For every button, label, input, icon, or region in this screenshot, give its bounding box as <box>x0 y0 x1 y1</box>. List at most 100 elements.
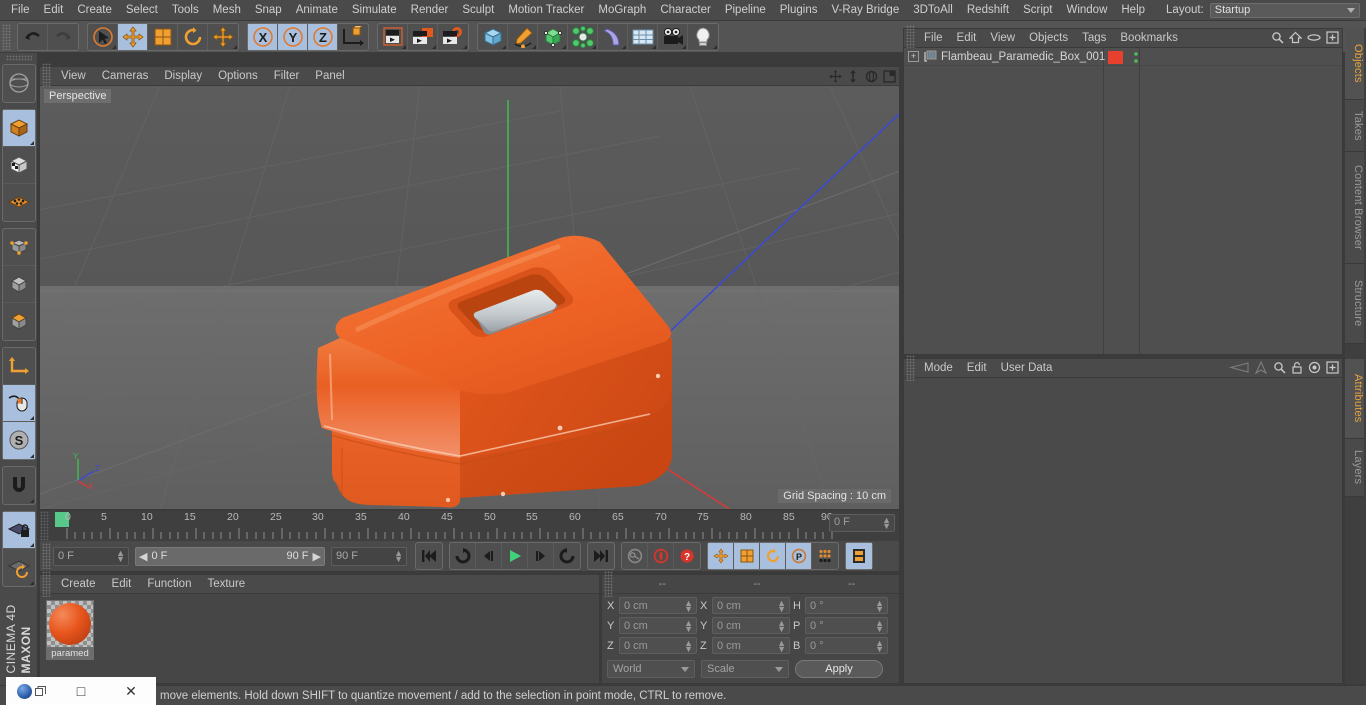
material-item[interactable]: paramed <box>46 600 94 660</box>
search-icon[interactable] <box>1273 361 1286 377</box>
viewport-solo-icon[interactable]: S <box>2 421 35 459</box>
material-grip[interactable] <box>42 571 51 597</box>
position-z-input[interactable]: 0 cm ▲ ▼ <box>619 637 697 654</box>
redo-button[interactable] <box>48 24 78 50</box>
close-button[interactable]: ✕ <box>106 683 156 700</box>
spinner-icon[interactable]: ▲ ▼ <box>875 639 884 654</box>
spinner-icon[interactable]: ▲ ▼ <box>116 548 125 563</box>
dolly-icon[interactable] <box>846 69 860 83</box>
start-frame-field[interactable]: 0 F ▲ ▼ <box>53 546 129 566</box>
menu-file[interactable]: File <box>4 0 37 20</box>
menu-render[interactable]: Render <box>404 0 456 20</box>
autokey-button[interactable] <box>622 543 648 569</box>
forward-icon[interactable] <box>1254 360 1268 377</box>
play-reverse-button[interactable] <box>476 543 502 569</box>
workplane-rotate-icon[interactable] <box>3 549 35 586</box>
key-parameter-button[interactable]: P <box>786 543 812 569</box>
pan-icon[interactable] <box>828 69 842 83</box>
generator-button[interactable] <box>538 23 568 50</box>
object-menu-file[interactable]: File <box>917 32 950 44</box>
end-frame-field[interactable]: 90 F ▲ ▼ <box>331 546 407 566</box>
record-question-button[interactable]: ? <box>674 543 700 569</box>
rotate-tool[interactable] <box>178 23 208 50</box>
render-view-button[interactable] <box>378 23 408 50</box>
search-icon[interactable] <box>1271 31 1284 47</box>
maximize-button[interactable]: □ <box>56 683 106 699</box>
undo-button[interactable] <box>18 23 48 50</box>
attributes-grip[interactable] <box>906 355 915 381</box>
home-icon[interactable] <box>1288 31 1303 47</box>
go-to-end-button[interactable] <box>588 543 614 569</box>
menu-sculpt[interactable]: Sculpt <box>455 0 501 20</box>
menu-vray-bridge[interactable]: V-Ray Bridge <box>824 0 906 20</box>
backward-icon[interactable] <box>1227 361 1249 377</box>
menu-animate[interactable]: Animate <box>289 0 345 20</box>
move-alt-tool[interactable] <box>208 24 238 50</box>
polygon-mode-icon[interactable] <box>2 266 35 303</box>
texture-mode-icon[interactable] <box>2 147 35 184</box>
material-menu-create[interactable]: Create <box>53 578 104 590</box>
menu-motion-tracker[interactable]: Motion Tracker <box>501 0 591 20</box>
key-point-level-button[interactable] <box>812 543 838 569</box>
add-layer-icon[interactable] <box>1326 31 1339 47</box>
material-thumbnail[interactable] <box>46 600 94 648</box>
scale-tool[interactable] <box>148 23 178 50</box>
tab-objects[interactable]: Objects <box>1345 28 1364 100</box>
world-object-axis-toggle[interactable] <box>338 24 368 50</box>
viewport-menu-display[interactable]: Display <box>156 70 210 82</box>
camera-button[interactable] <box>658 23 688 50</box>
render-region-button[interactable] <box>408 23 438 50</box>
spinner-icon[interactable]: ▲ ▼ <box>777 639 786 654</box>
undo-view-icon[interactable] <box>3 65 35 102</box>
menu-redshift[interactable]: Redshift <box>960 0 1016 20</box>
expand-icon[interactable]: + <box>908 51 919 62</box>
menu-script[interactable]: Script <box>1016 0 1059 20</box>
target-icon[interactable] <box>1308 361 1321 377</box>
layout-select[interactable]: Startup <box>1209 2 1360 18</box>
viewport-menu-view[interactable]: View <box>53 70 94 82</box>
spinner-icon[interactable]: ▲ ▼ <box>875 619 884 634</box>
menu-plugins[interactable]: Plugins <box>773 0 825 20</box>
record-active-objects-button[interactable] <box>648 543 674 569</box>
key-scale-button[interactable] <box>734 543 760 569</box>
left-toolbar-grip[interactable] <box>5 55 32 61</box>
menu-create[interactable]: Create <box>70 0 119 20</box>
tab-attributes[interactable]: Attributes <box>1345 359 1364 439</box>
model-mode-icon[interactable] <box>3 303 35 340</box>
live-selection-tool[interactable] <box>88 23 118 50</box>
object-menu-bookmarks[interactable]: Bookmarks <box>1113 32 1185 44</box>
menu-mesh[interactable]: Mesh <box>206 0 248 20</box>
step-back-keyframe-button[interactable] <box>450 543 476 569</box>
spline-pen-button[interactable] <box>508 23 538 50</box>
spinner-icon[interactable]: ▲ ▼ <box>684 619 693 634</box>
menu-window[interactable]: Window <box>1059 0 1114 20</box>
size-x-input[interactable]: 0 cm ▲ ▼ <box>712 597 790 614</box>
viewport-canvas[interactable]: Perspective Grid Spacing : 10 cm Y Z X <box>40 86 899 509</box>
attributes-body[interactable] <box>904 378 1342 683</box>
app-orb-icon[interactable] <box>6 683 56 699</box>
attributes-menu-edit[interactable]: Edit <box>960 362 994 374</box>
viewport-menu-options[interactable]: Options <box>210 70 266 82</box>
position-y-input[interactable]: 0 cm ▲ ▼ <box>619 617 697 634</box>
timeline-track[interactable]: 0 5 10 15 20 25 30 35 40 45 50 55 60 65 … <box>49 511 833 541</box>
render-settings-button[interactable] <box>438 24 468 50</box>
environment-floor-button[interactable] <box>628 23 658 50</box>
material-menu-function[interactable]: Function <box>139 578 199 590</box>
axis-mode-icon[interactable] <box>2 348 35 385</box>
object-tree[interactable]: + 0 Flambeau_Paramedic_Box_001 <box>904 48 1342 354</box>
maximize-viewport-icon[interactable] <box>882 69 896 83</box>
rotation-b-input[interactable]: 0 ° ▲ ▼ <box>805 637 888 654</box>
workplane-lock-icon[interactable] <box>2 511 35 549</box>
rotation-h-input[interactable]: 0 ° ▲ ▼ <box>805 597 888 614</box>
size-z-input[interactable]: 0 cm ▲ ▼ <box>712 637 790 654</box>
menu-snap[interactable]: Snap <box>248 0 289 20</box>
light-button[interactable] <box>688 24 718 50</box>
tab-content-browser[interactable]: Content Browser <box>1345 152 1364 264</box>
object-menu-view[interactable]: View <box>983 32 1022 44</box>
menu-tools[interactable]: Tools <box>165 0 206 20</box>
spinner-icon[interactable]: ▲ ▼ <box>684 599 693 614</box>
menu-simulate[interactable]: Simulate <box>345 0 404 20</box>
enable-axis-icon[interactable] <box>2 384 35 422</box>
axis-z-toggle[interactable]: Z <box>308 23 338 50</box>
attributes-menu-user-data[interactable]: User Data <box>994 362 1060 374</box>
